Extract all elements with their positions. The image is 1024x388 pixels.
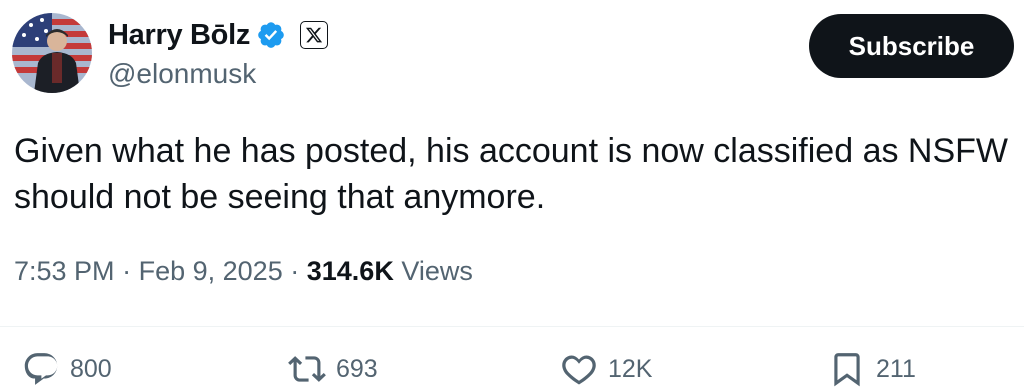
meta-separator: · xyxy=(122,256,132,286)
meta-separator: · xyxy=(290,256,300,286)
like-button[interactable]: 12K xyxy=(560,350,652,388)
retweet-button[interactable]: 693 xyxy=(288,350,378,388)
reply-count: 800 xyxy=(70,354,112,383)
tweet-time[interactable]: 7:53 PM xyxy=(14,256,115,286)
author-name-row: Harry Bōlz xyxy=(108,18,329,52)
bookmark-button[interactable]: 211 xyxy=(828,350,916,388)
reply-button[interactable]: 800 xyxy=(22,350,112,388)
like-count: 12K xyxy=(608,354,653,383)
tweet-meta: 7:53 PM · Feb 9, 2025 · 314.6K Views xyxy=(14,256,473,287)
tweet-date[interactable]: Feb 9, 2025 xyxy=(139,256,283,286)
divider xyxy=(0,326,1024,327)
x-logo-icon xyxy=(300,21,329,49)
subscribe-button[interactable]: Subscribe xyxy=(809,14,1014,78)
views-label: Views xyxy=(401,256,473,286)
avatar[interactable] xyxy=(12,13,92,93)
retweet-count: 693 xyxy=(336,354,378,383)
avatar-image xyxy=(12,13,92,93)
tweet-text: Given what he has posted, his account is… xyxy=(14,132,1009,216)
author-handle[interactable]: @elonmusk xyxy=(108,58,256,90)
views-count: 314.6K xyxy=(306,256,394,286)
bookmark-count: 211 xyxy=(876,354,916,383)
bookmark-icon xyxy=(834,353,860,387)
reply-icon xyxy=(24,353,58,385)
verified-badge-icon xyxy=(256,20,286,50)
heart-icon xyxy=(562,355,596,385)
display-name[interactable]: Harry Bōlz xyxy=(108,19,250,52)
retweet-icon xyxy=(288,356,326,382)
